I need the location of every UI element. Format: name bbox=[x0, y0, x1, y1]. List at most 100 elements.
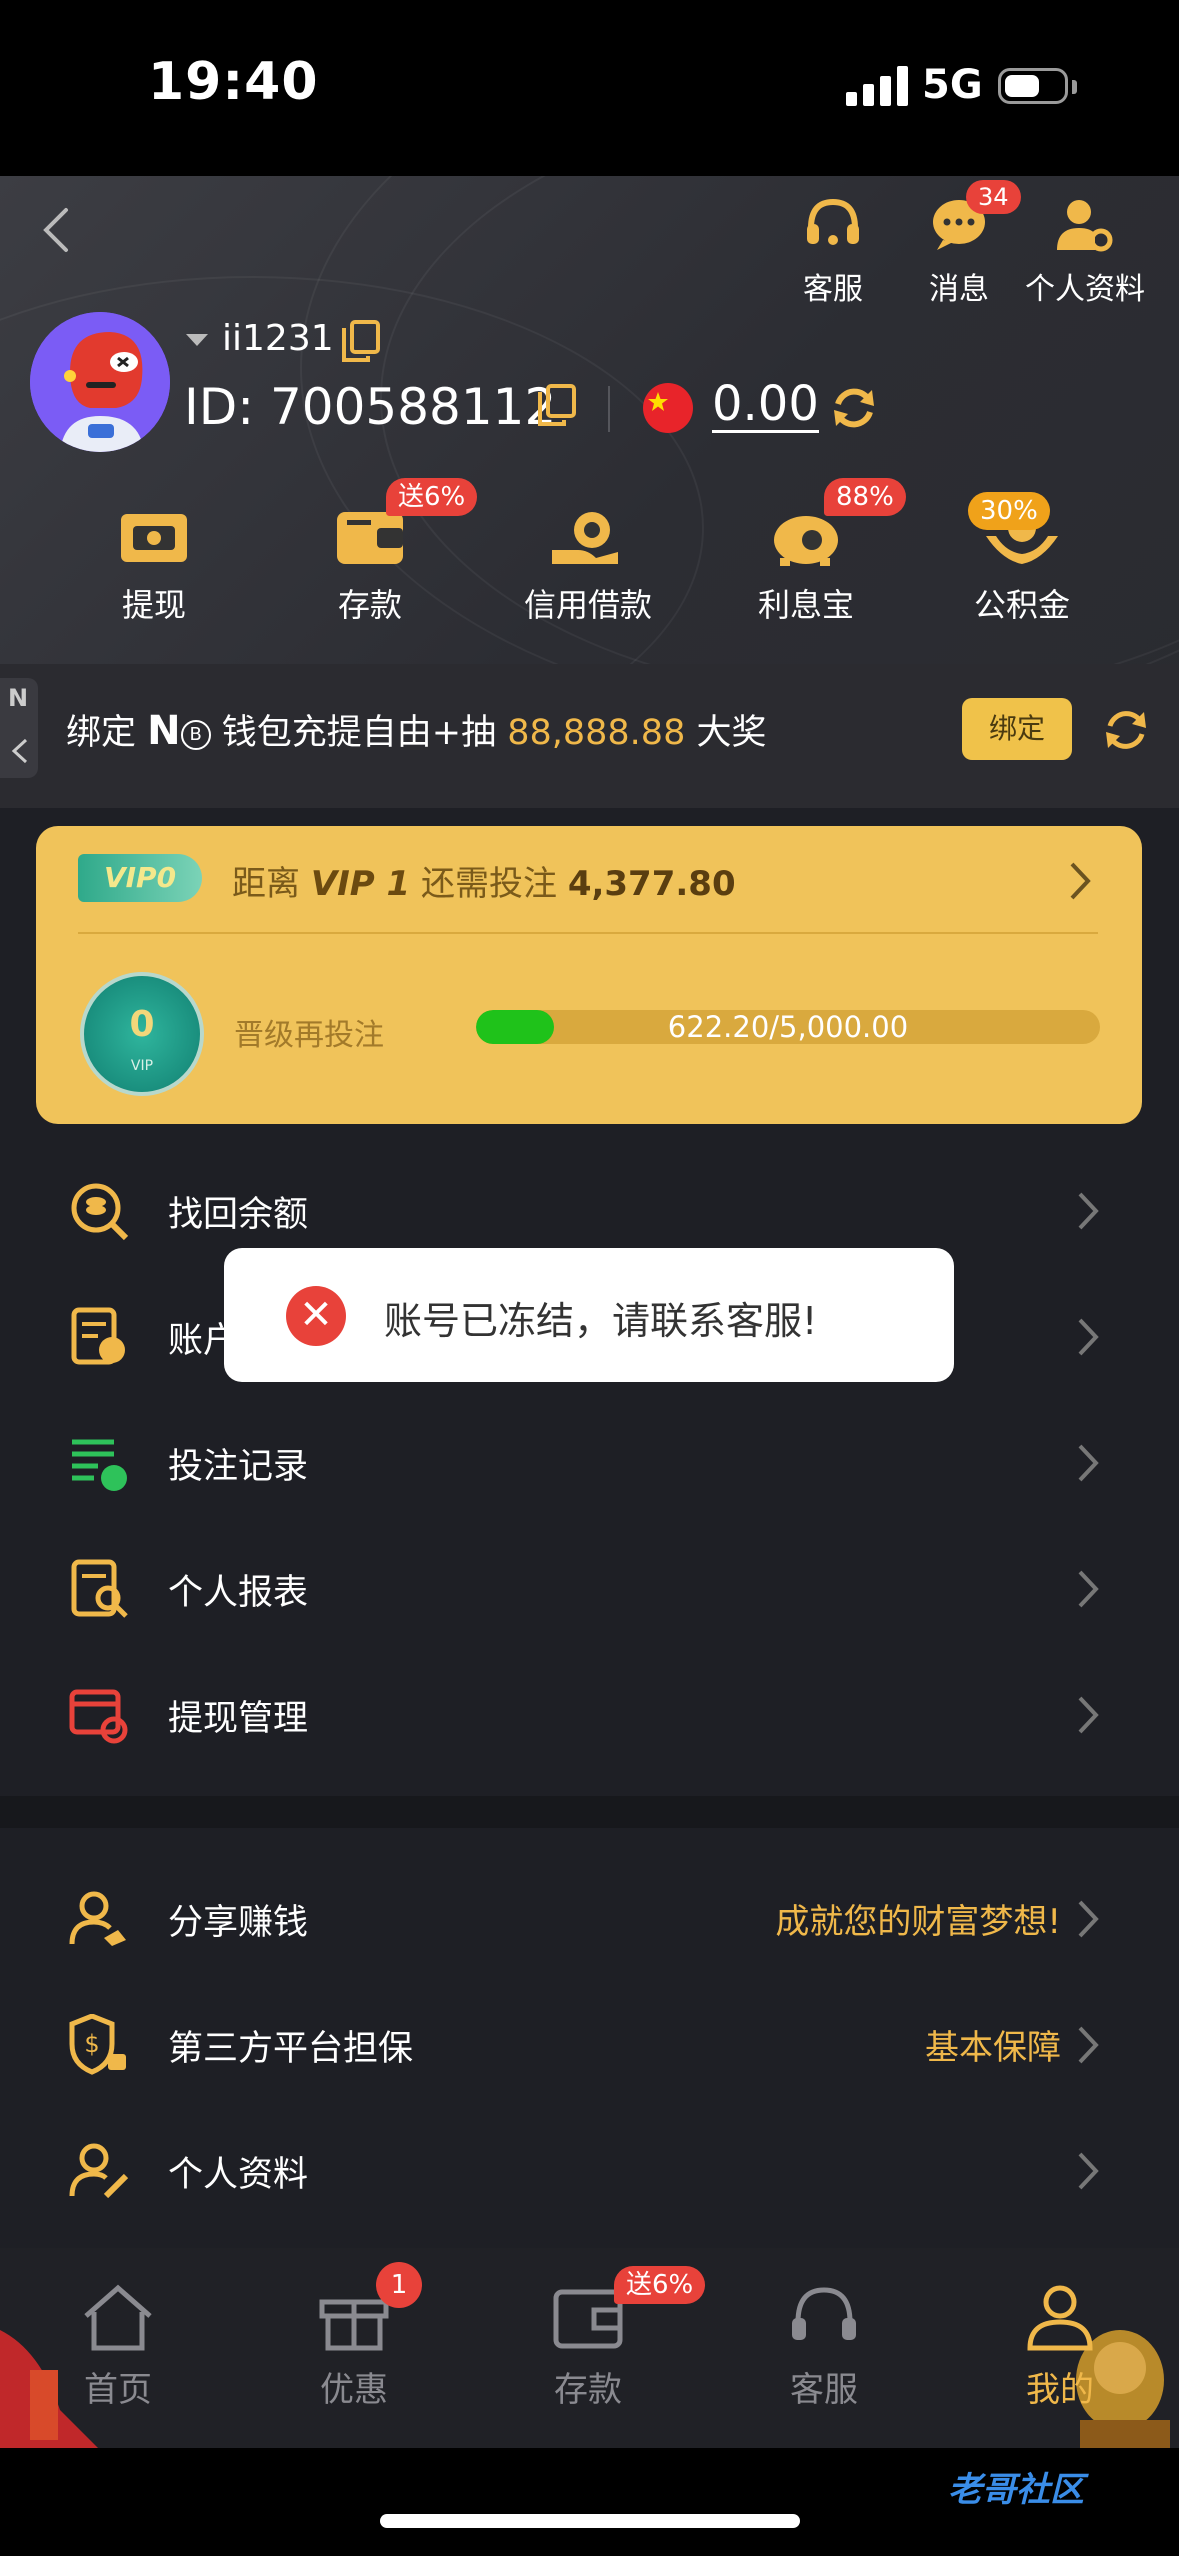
bind-banner-text: 绑定 NB 钱包充提自由+抽 88,888.88 大奖 bbox=[66, 704, 766, 755]
headset-icon bbox=[792, 2287, 856, 2340]
quick-fund-label: 公积金 bbox=[973, 586, 1070, 624]
user-id: ID: 700588112 bbox=[184, 378, 557, 436]
prize-amount: 88,888.88 bbox=[507, 713, 686, 753]
brand-coin-icon: B bbox=[180, 720, 211, 750]
home-indicator[interactable] bbox=[380, 2514, 800, 2528]
vip-medal: 0 VIP bbox=[80, 972, 204, 1096]
vip-next-level: VIP 1 bbox=[310, 864, 411, 904]
caret-down-icon[interactable] bbox=[186, 334, 208, 348]
side-drawer-tab[interactable]: N bbox=[0, 678, 38, 778]
avatar-image bbox=[30, 312, 170, 452]
tab-home[interactable]: 首页 bbox=[38, 2282, 198, 2411]
balance-amount: 0.00 bbox=[712, 376, 819, 433]
quick-credit-loan-button[interactable]: 信用借款 bbox=[498, 506, 678, 626]
menu-item-profile[interactable]: 个人资料 bbox=[0, 2108, 1179, 2234]
tab-label: 客服 bbox=[790, 2370, 858, 2410]
menu-label: 个人报表 bbox=[168, 1573, 309, 1613]
quick-deposit-label: 存款 bbox=[337, 586, 402, 624]
quick-credit-loan-label: 信用借款 bbox=[523, 586, 652, 624]
signal-icon bbox=[846, 66, 908, 106]
menu-item-withdraw-manage[interactable]: 提现管理 bbox=[0, 1652, 1179, 1778]
menu-label: 提现管理 bbox=[168, 1699, 309, 1739]
chevron-right-icon[interactable] bbox=[1064, 860, 1094, 902]
account-details-icon bbox=[71, 1307, 125, 1365]
header-service-button[interactable]: 客服 bbox=[768, 196, 898, 308]
chevron-right-icon bbox=[1078, 1900, 1099, 1938]
menu-item-bet-records[interactable]: 投注记录 bbox=[0, 1400, 1179, 1526]
header-message-label: 消息 bbox=[929, 272, 989, 307]
svg-text:$: $ bbox=[84, 2030, 99, 2058]
back-button[interactable] bbox=[28, 200, 88, 260]
deposit-tab-badge: 送6% bbox=[614, 2266, 706, 2304]
chevron-left-icon bbox=[43, 208, 68, 252]
header-profile-label: 个人资料 bbox=[1025, 272, 1145, 307]
chevron-right-icon bbox=[1078, 1318, 1099, 1356]
copy-username-icon[interactable] bbox=[340, 320, 380, 362]
menu-item-personal-report[interactable]: 个人报表 bbox=[0, 1526, 1179, 1652]
vip-distance-middle: 还需投注 bbox=[410, 864, 568, 904]
quick-withdraw-label: 提现 bbox=[121, 586, 186, 624]
menu-label: 投注记录 bbox=[168, 1447, 309, 1487]
coin-search-icon bbox=[71, 1183, 129, 1241]
fund-rate-badge: 30% bbox=[968, 492, 1050, 530]
bind-text-suffix: 大奖 bbox=[685, 713, 767, 753]
menu-item-guarantee[interactable]: $ 第三方平台担保 基本保障 bbox=[0, 1982, 1179, 2108]
battery-icon bbox=[998, 68, 1068, 104]
username: ii1231 bbox=[222, 318, 334, 359]
bind-button[interactable]: 绑定 bbox=[962, 698, 1072, 760]
tab-label: 首页 bbox=[84, 2370, 152, 2410]
header-profile-button[interactable]: 个人资料 bbox=[1020, 196, 1150, 308]
interest-rate-badge: 88% bbox=[824, 478, 906, 516]
copy-id-icon[interactable] bbox=[536, 384, 576, 426]
vip-medal-level: 0 bbox=[129, 1004, 155, 1045]
quick-deposit-button[interactable]: 存款 bbox=[280, 506, 460, 626]
withdraw-manage-icon bbox=[69, 1689, 128, 1744]
bind-text-middle: 钱包充提自由+抽 bbox=[210, 713, 508, 753]
chevron-right-icon bbox=[1078, 1696, 1099, 1734]
tab-label: 优惠 bbox=[320, 2370, 388, 2410]
vip-medal-caption: VIP bbox=[130, 1058, 154, 1074]
headset-icon bbox=[807, 198, 859, 245]
chevron-right-icon bbox=[1078, 1444, 1099, 1482]
menu-item-share-earn[interactable]: 分享赚钱 成就您的财富梦想! bbox=[0, 1856, 1179, 1982]
home-icon bbox=[84, 2284, 152, 2351]
section-divider bbox=[0, 1796, 1179, 1828]
error-icon: ✕ bbox=[286, 1286, 346, 1346]
withdraw-icon bbox=[121, 514, 187, 562]
refresh-balance-icon[interactable] bbox=[830, 384, 878, 432]
quick-interest-button[interactable]: 利息宝 bbox=[716, 506, 896, 626]
tab-label: 存款 bbox=[554, 2370, 622, 2410]
watermark-logo: 老哥社区 bbox=[948, 2470, 1084, 2510]
separator bbox=[608, 386, 610, 432]
status-time: 19:40 bbox=[148, 52, 319, 112]
bet-record-icon bbox=[72, 1439, 127, 1491]
menu-label: 找回余额 bbox=[168, 1195, 309, 1235]
upgrade-label: 晋级再投注 bbox=[234, 1018, 384, 1053]
menu-sub-label: 成就您的财富梦想! bbox=[775, 1902, 1061, 1942]
china-flag-icon bbox=[643, 383, 693, 433]
chevron-left-icon bbox=[11, 738, 28, 764]
person-icon bbox=[1027, 2285, 1093, 2351]
header-service-label: 客服 bbox=[803, 272, 863, 307]
message-count-badge: 34 bbox=[966, 180, 1021, 214]
user-gear-icon bbox=[1057, 200, 1113, 252]
bind-text-prefix: 绑定 bbox=[66, 713, 148, 753]
tab-label: 我的 bbox=[1026, 2370, 1094, 2410]
chevron-right-icon bbox=[1078, 1570, 1099, 1608]
vip-distance-text: 距离 VIP 1 还需投注 4,377.80 bbox=[232, 856, 736, 905]
share-earn-icon bbox=[69, 1891, 126, 1946]
wallet-brand-logo: N bbox=[147, 708, 181, 754]
menu-sub-label: 基本保障 bbox=[925, 2028, 1061, 2068]
deposit-bonus-badge: 送6% bbox=[386, 478, 478, 516]
chevron-right-icon bbox=[1078, 2152, 1099, 2190]
tab-mine[interactable]: 我的 bbox=[980, 2282, 1140, 2411]
refresh-icon[interactable] bbox=[1102, 706, 1150, 754]
tab-service[interactable]: 客服 bbox=[744, 2282, 904, 2411]
guarantee-icon: $ bbox=[69, 2014, 126, 2075]
quick-withdraw-button[interactable]: 提现 bbox=[64, 506, 244, 626]
profile-edit-icon bbox=[69, 2143, 129, 2199]
report-icon bbox=[71, 1559, 128, 1618]
battery-tip bbox=[1072, 80, 1077, 94]
chevron-right-icon bbox=[1078, 1192, 1099, 1230]
avatar[interactable] bbox=[30, 312, 170, 452]
